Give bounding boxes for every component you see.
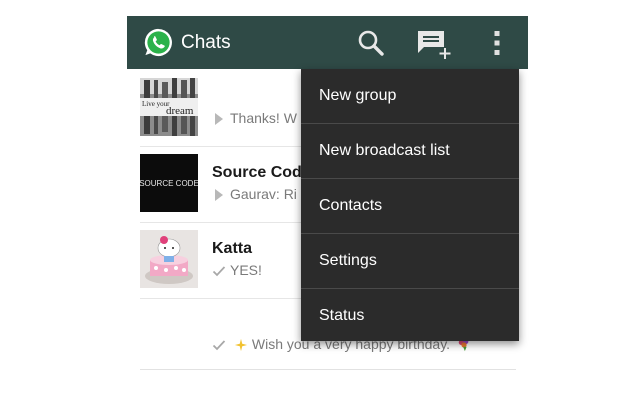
checkmark-icon <box>212 266 226 277</box>
chat-preview: YES! <box>212 262 262 278</box>
menu-item-new-broadcast-list[interactable]: New broadcast list <box>301 124 519 179</box>
whatsapp-logo-icon <box>144 28 172 57</box>
checkmark-icon <box>212 340 226 351</box>
chat-name: Katta <box>212 240 253 257</box>
menu-item-settings[interactable]: Settings <box>301 234 519 289</box>
chat-preview: Gaurav: Ri <box>212 186 297 202</box>
menu-item-new-group[interactable]: New group <box>301 69 519 124</box>
overflow-menu-icon[interactable] <box>491 29 503 57</box>
chat-preview-text: Thanks! W <box>230 110 297 126</box>
chat-preview-text: YES! <box>230 262 262 278</box>
menu-item-status[interactable]: Status <box>301 289 519 343</box>
search-icon[interactable] <box>357 29 385 57</box>
app-title: Chats <box>181 32 231 53</box>
avatar: SOURCE CODE <box>140 154 198 212</box>
menu-item-contacts[interactable]: Contacts <box>301 179 519 234</box>
app-header: Chats <box>127 16 528 69</box>
avatar: Live your dream <box>140 78 198 136</box>
avatar-caption: dream <box>166 105 194 117</box>
avatar-caption: SOURCE CODE <box>140 179 198 188</box>
divider <box>140 369 516 370</box>
sent-arrow-icon <box>215 113 223 126</box>
chat-name: Source Code <box>212 164 311 181</box>
chat-preview: Thanks! W <box>212 110 297 126</box>
sent-arrow-icon <box>215 189 223 202</box>
sparkles-icon <box>234 339 248 352</box>
overflow-menu: New group New broadcast list Contacts Se… <box>301 69 519 341</box>
new-chat-icon[interactable] <box>416 28 452 60</box>
chat-preview-text: Gaurav: Ri <box>230 186 297 202</box>
avatar <box>140 230 198 288</box>
